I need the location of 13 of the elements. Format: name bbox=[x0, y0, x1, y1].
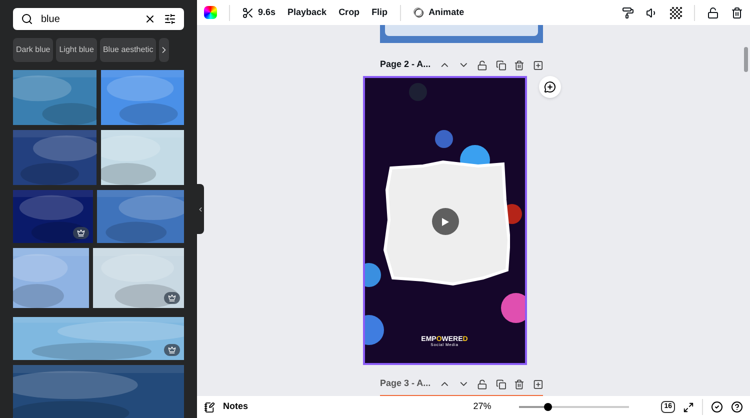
search-field[interactable]: blue bbox=[13, 8, 184, 30]
suggestion-chip[interactable]: Dark blue bbox=[13, 38, 54, 62]
toolbar-button[interactable]: Crop bbox=[338, 6, 360, 20]
animate-button[interactable]: Animate bbox=[412, 6, 464, 20]
page-title[interactable]: Page 2 - A... bbox=[380, 58, 431, 72]
suggestion-chip[interactable]: Blue aesthetic bbox=[100, 38, 156, 62]
page-title[interactable]: Page 3 - A... bbox=[380, 377, 431, 391]
notes-button[interactable]: Notes bbox=[223, 400, 248, 414]
suggestion-chip[interactable]: Light blue bbox=[56, 38, 97, 62]
toolbar-button[interactable]: Playback bbox=[288, 6, 327, 20]
zoom-value[interactable]: 27% bbox=[473, 400, 492, 414]
duration-label[interactable]: 9.6s bbox=[258, 6, 276, 20]
toolbar-button[interactable]: Flip bbox=[372, 6, 388, 20]
